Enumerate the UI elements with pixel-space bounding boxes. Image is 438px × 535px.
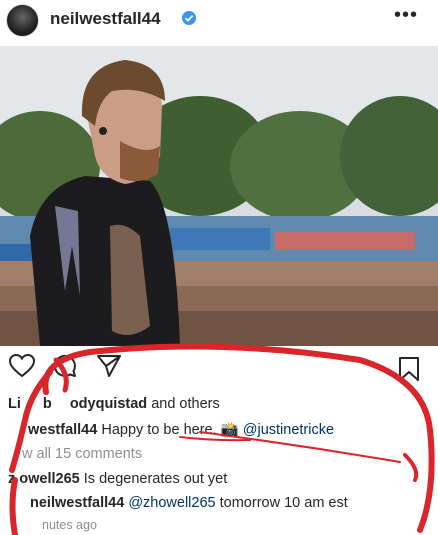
comment-username[interactable]: neilwestfall44 xyxy=(30,495,124,511)
likes-user[interactable]: odyquistad xyxy=(70,396,147,412)
comment-mention[interactable]: @zhowell265 xyxy=(128,495,215,511)
view-all-comments-link[interactable]: w all 15 comments xyxy=(22,446,142,462)
comment-row: neilwestfall44 @zhowell265 tomorrow 10 a… xyxy=(30,495,348,511)
like-heart-icon[interactable] xyxy=(8,353,36,383)
caption-line: westfall44 Happy to be here. 📸 @justinet… xyxy=(28,421,334,438)
comment-text: tomorrow 10 am est xyxy=(219,495,348,511)
comment-row: z owell265 Is degenerates out yet xyxy=(8,471,227,487)
likes-suffix: and others xyxy=(151,396,220,412)
comment-icon[interactable] xyxy=(53,354,77,383)
action-bar xyxy=(0,352,438,384)
likes-line: Li b odyquistad and others xyxy=(8,396,220,412)
post-header: neilwestfall44 ••• xyxy=(0,0,438,44)
likes-middle: b xyxy=(42,396,52,412)
camera-emoji-icon: 📸 xyxy=(220,422,239,438)
caption-username[interactable]: westfall44 xyxy=(28,422,97,438)
caption-mention[interactable]: @justinetricke xyxy=(243,422,334,438)
comment-text: Is degenerates out yet xyxy=(83,471,228,487)
likes-prefix: Li xyxy=(8,396,21,412)
comment-username[interactable]: z owell265 xyxy=(8,471,80,487)
bookmark-icon[interactable] xyxy=(398,356,420,387)
post-username[interactable]: neilwestfall44 xyxy=(50,9,161,29)
post-photo[interactable] xyxy=(0,46,438,346)
caption-text: Happy to be here. xyxy=(101,422,217,438)
share-icon[interactable] xyxy=(96,354,122,383)
post-timestamp: nutes ago xyxy=(42,518,97,532)
more-options-icon[interactable]: ••• xyxy=(394,4,418,27)
verified-badge-icon xyxy=(182,11,196,25)
avatar[interactable] xyxy=(6,4,39,37)
